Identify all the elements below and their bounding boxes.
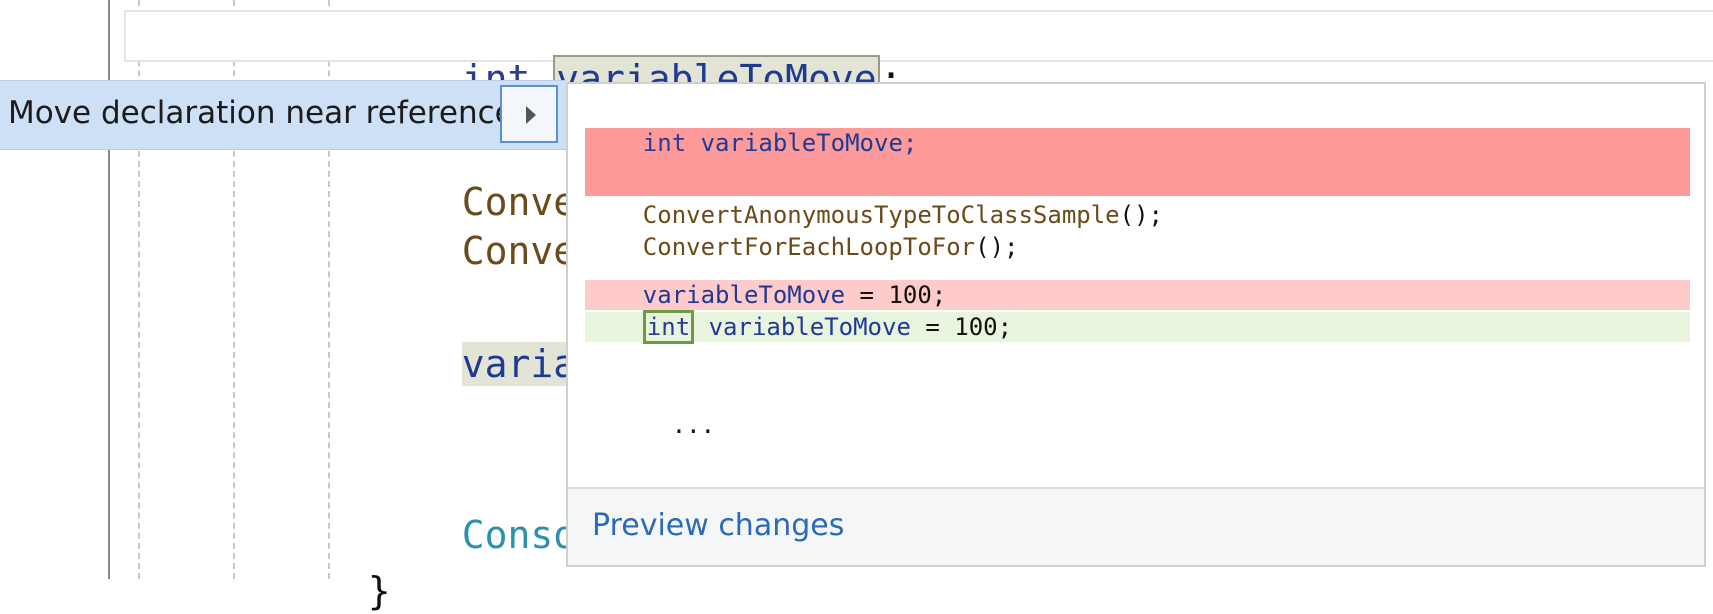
code-text: ();	[1119, 201, 1163, 229]
preview-panel: { int variableToMove; ConvertAnonymousTy…	[566, 82, 1706, 567]
diff-line: ConvertForEachLoopToFor();	[585, 230, 1019, 264]
submenu-expand-button[interactable]	[500, 85, 558, 143]
quick-actions-menu[interactable]: Move declaration near reference	[0, 80, 566, 150]
code-text: ...	[671, 411, 716, 439]
keyword-int: int	[642, 129, 687, 157]
code-text: ();	[975, 233, 1019, 261]
inserted-keyword-int: int	[642, 310, 695, 344]
code-text: variableToMove;	[686, 129, 918, 157]
code-line-brace: }	[322, 522, 391, 614]
diff-line-deleted: int variableToMove;	[585, 126, 918, 160]
diff-line: ConvertAnonymousTypeToClassSample();	[585, 198, 1163, 232]
code-text: = 100;	[845, 281, 947, 309]
preview-changes-link[interactable]: Preview changes	[592, 507, 844, 545]
method-name: ConvertAnonymousTypeToClassSample	[642, 201, 1120, 229]
diff-ellipsis: ...	[585, 374, 715, 476]
preview-footer: Preview changes	[568, 487, 1704, 565]
identifier: variableToMove	[694, 313, 911, 341]
method-name: ConvertForEachLoopToFor	[642, 233, 976, 261]
closing-brace: }	[367, 569, 391, 613]
identifier: variableToMove	[642, 281, 846, 309]
code-text: = 100;	[910, 313, 1013, 341]
diff-line-added: int variableToMove = 100;	[585, 310, 1012, 344]
menu-item-move-declaration[interactable]: Move declaration near reference	[8, 93, 514, 133]
current-line-highlight	[124, 10, 1713, 62]
diff-view: { int variableToMove; ConvertAnonymousTy…	[568, 84, 1704, 490]
chevron-right-icon	[526, 106, 536, 124]
diff-line-deleted: variableToMove = 100;	[585, 278, 946, 312]
